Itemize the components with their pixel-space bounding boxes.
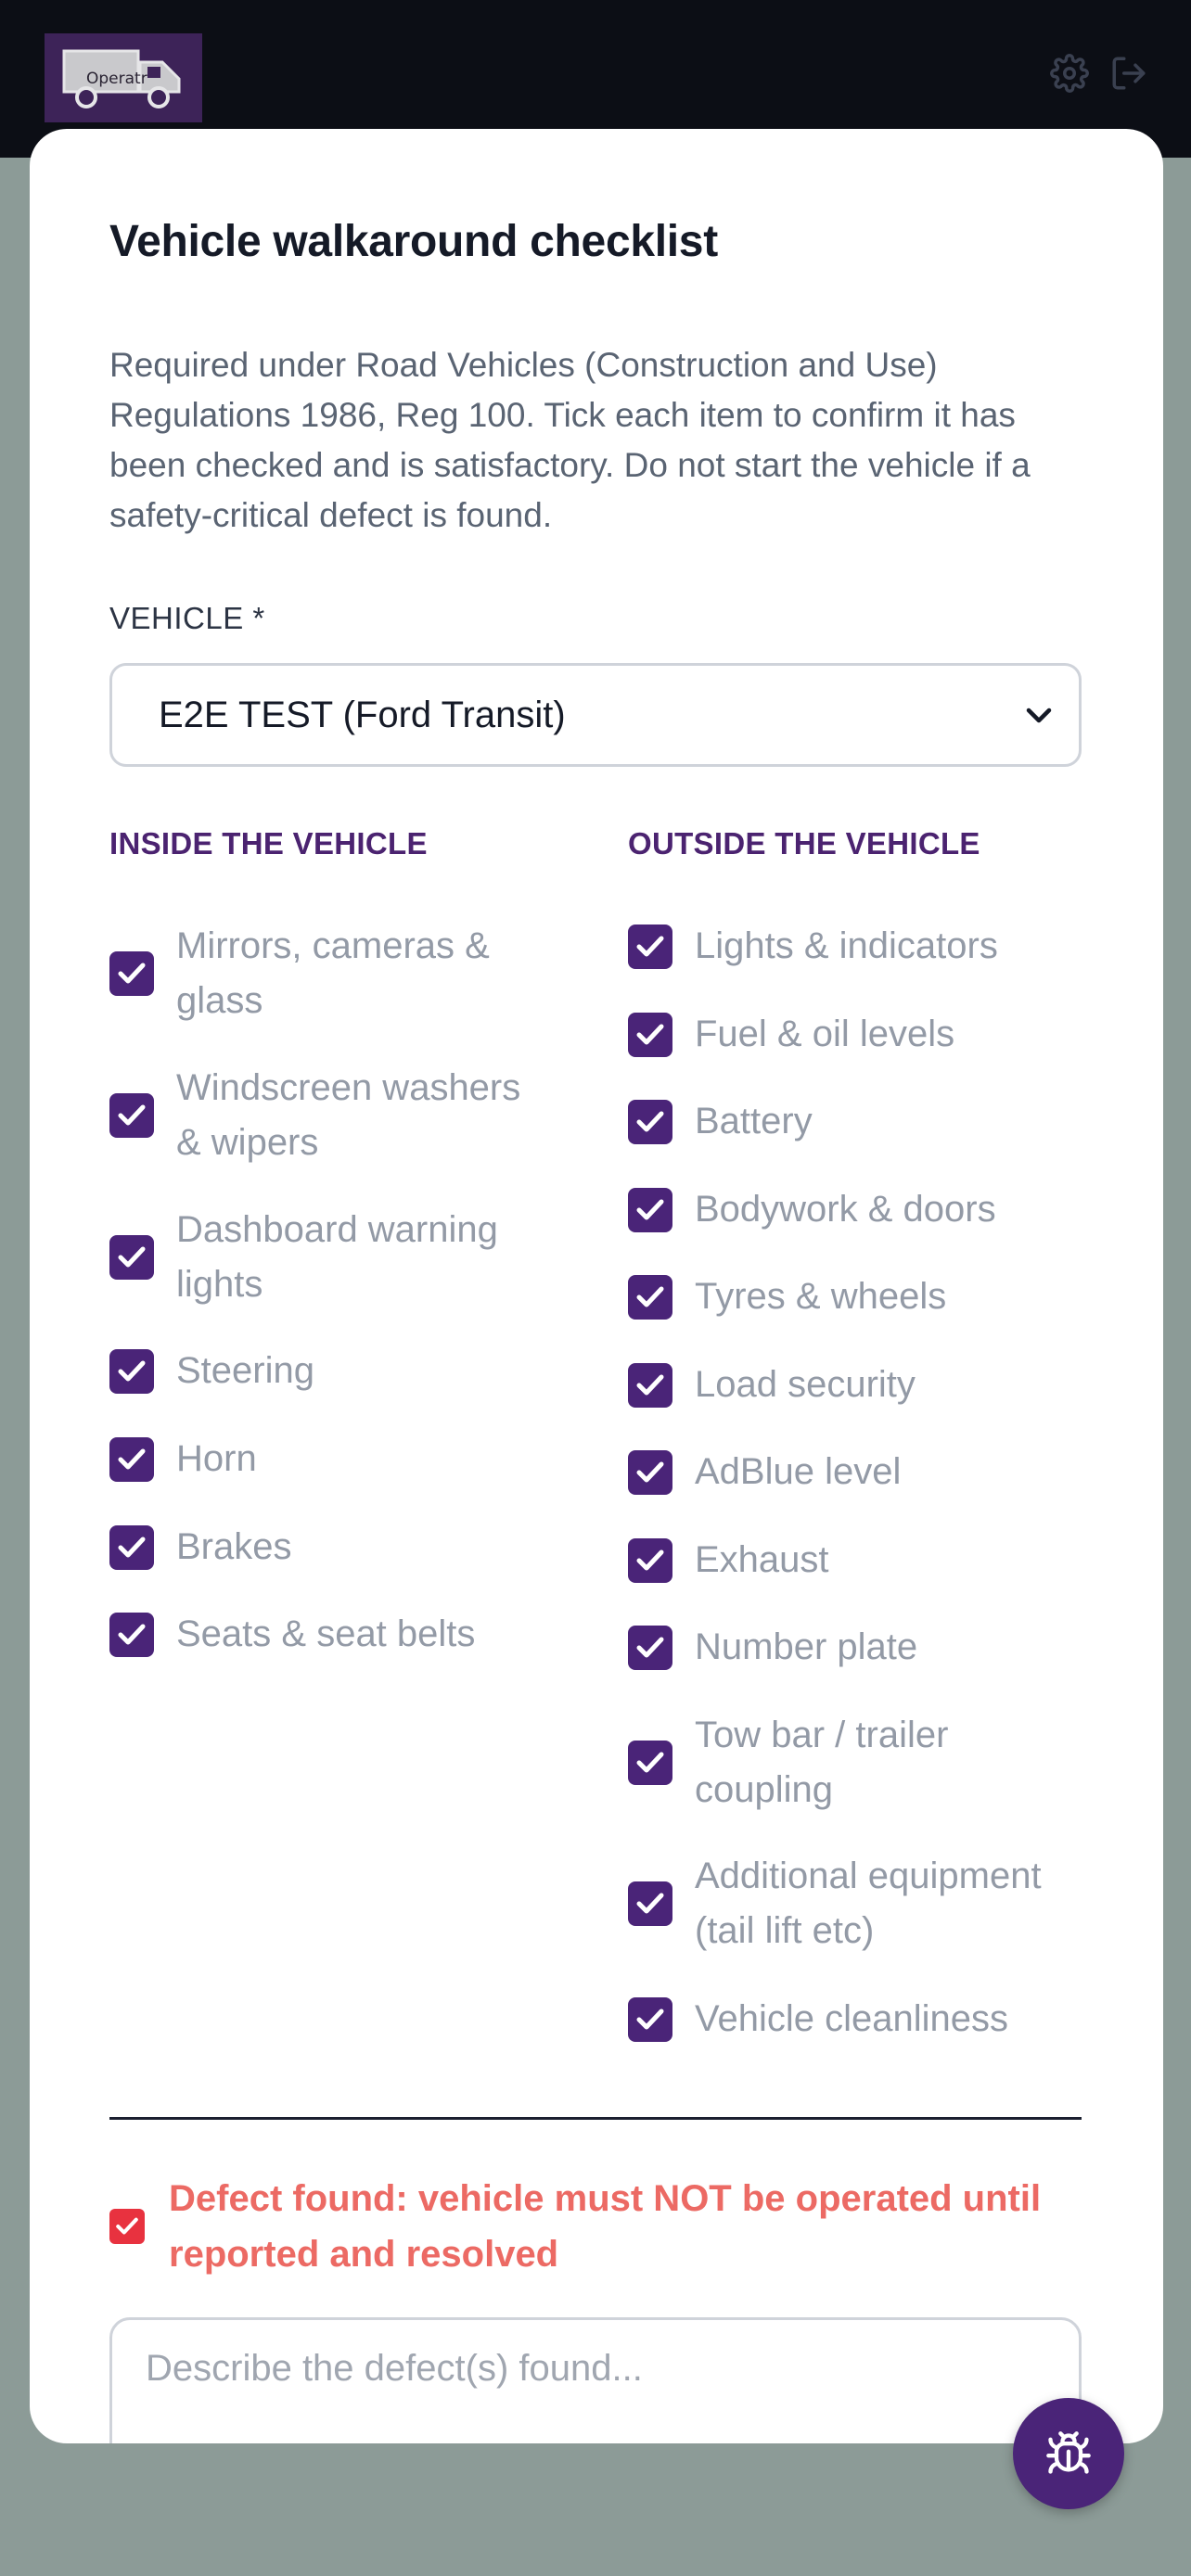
check-icon (118, 963, 146, 984)
check-icon (116, 2217, 138, 2235)
modal-title: Vehicle walkaround checklist (109, 217, 718, 266)
check-icon (636, 1024, 664, 1044)
checklist-item[interactable]: Dashboard warning lights (109, 1203, 536, 1312)
checklist-item[interactable]: Tyres & wheels (628, 1269, 1092, 1324)
check-icon (636, 1374, 664, 1395)
checklist-item-label: Vehicle cleanliness (695, 1998, 1008, 2039)
check-icon (118, 1360, 146, 1381)
checklist-item-label: Tow bar / trailer coupling (695, 1715, 949, 1810)
checklist-item-label: Steering (176, 1350, 314, 1391)
checkbox[interactable] (628, 924, 672, 969)
checkbox[interactable] (628, 1537, 672, 1583)
checklist-item[interactable]: Horn (109, 1432, 536, 1486)
checklist-item[interactable]: Additional equipment (tail lift etc) (628, 1849, 1092, 1958)
checklist-item[interactable]: Load security (628, 1358, 1092, 1412)
vehicle-select[interactable]: E2E TEST (Ford Transit) (109, 663, 1082, 767)
checklist-item-label: Lights & indicators (695, 925, 998, 966)
checkbox[interactable] (109, 1093, 154, 1138)
checklist-item[interactable]: AdBlue level (628, 1445, 1092, 1499)
check-icon (636, 1461, 664, 1482)
checklist-item-label: Windscreen washers & wipers (176, 1067, 521, 1163)
checklist-item[interactable]: Vehicle cleanliness (628, 1992, 1092, 2047)
checkbox[interactable] (109, 1348, 154, 1394)
gear-icon[interactable] (1050, 54, 1089, 93)
checkbox[interactable] (109, 1612, 154, 1657)
checkbox[interactable] (628, 1741, 672, 1785)
checklist-item-label: AdBlue level (695, 1451, 902, 1492)
check-icon (118, 1624, 146, 1644)
check-icon (118, 1537, 146, 1557)
checklist-item[interactable]: Windscreen washers & wipers (109, 1061, 536, 1170)
checkbox[interactable] (628, 1362, 672, 1408)
checklist-item-label: Tyres & wheels (695, 1276, 947, 1317)
bug-icon (1046, 2431, 1091, 2474)
check-icon (636, 936, 664, 956)
defect-description-placeholder: Describe the defect(s) found... (146, 2348, 643, 2389)
checkbox[interactable] (628, 1625, 672, 1670)
checklist-item[interactable]: Battery (628, 1094, 1092, 1149)
check-icon (636, 1111, 664, 1131)
checklist-item-label: Additional equipment (tail lift etc) (695, 1855, 1042, 1951)
outside-heading: OUTSIDE THE VEHICLE (628, 826, 980, 861)
intro-text: Required under Road Vehicles (Constructi… (109, 346, 1031, 534)
check-icon (636, 1199, 664, 1219)
checkbox[interactable] (109, 1436, 154, 1482)
logout-icon[interactable] (1109, 54, 1148, 93)
checkbox[interactable] (628, 1187, 672, 1232)
check-icon (118, 1246, 146, 1268)
check-icon (118, 1104, 146, 1126)
vehicle-select-value: E2E TEST (Ford Transit) (159, 694, 566, 735)
checklist-item[interactable]: Fuel & oil levels (628, 1007, 1092, 1062)
checklist-item-label: Load security (695, 1364, 916, 1405)
chevron-down-icon (1026, 708, 1052, 723)
report-bug-button[interactable] (1013, 2398, 1124, 2509)
vehicle-field-label: VEHICLE * (109, 601, 265, 635)
checklist-item[interactable]: Steering (109, 1344, 536, 1398)
checkbox[interactable] (109, 1235, 154, 1280)
checklist-modal: Vehicle walkaround checklist Required un… (30, 129, 1163, 2443)
checklist-item-label: Seats & seat belts (176, 1613, 476, 1654)
app-logo[interactable]: Operatr (45, 33, 202, 122)
checklist-item-label: Bodywork & doors (695, 1189, 996, 1230)
divider (109, 2117, 1082, 2120)
checkbox[interactable] (628, 1012, 672, 1057)
check-icon (636, 1637, 664, 1657)
checklist-item[interactable]: Brakes (109, 1520, 536, 1575)
logo-text: Operatr (86, 70, 147, 88)
checklist-item[interactable]: Lights & indicators (628, 919, 1092, 974)
checklist-item[interactable]: Number plate (628, 1620, 1092, 1675)
check-icon (636, 1752, 664, 1773)
checklist-item[interactable]: Tow bar / trailer coupling (628, 1708, 1092, 1817)
checkbox[interactable] (628, 1449, 672, 1495)
check-icon (636, 1549, 664, 1570)
checklist-item-label: Battery (695, 1101, 813, 1141)
checklist-item-label: Number plate (695, 1626, 918, 1667)
checkbox[interactable] (628, 1099, 672, 1144)
defect-checkbox[interactable] (109, 2209, 145, 2244)
checkbox[interactable] (628, 1274, 672, 1320)
checklist-item-label: Mirrors, cameras & glass (176, 925, 490, 1021)
defect-description-input[interactable]: Describe the defect(s) found... (109, 2317, 1082, 2443)
check-icon (636, 1893, 664, 1914)
check-icon (636, 2009, 664, 2029)
inside-heading: INSIDE THE VEHICLE (109, 826, 428, 861)
defect-found-row[interactable]: Defect found: vehicle must NOT be operat… (109, 2171, 1059, 2282)
check-icon (118, 1448, 146, 1469)
checklist-item-label: Brakes (176, 1526, 292, 1567)
checklist-item-label: Dashboard warning lights (176, 1209, 498, 1305)
checklist-item-label: Horn (176, 1438, 257, 1479)
checklist-item[interactable]: Seats & seat belts (109, 1607, 536, 1662)
checklist-item-label: Fuel & oil levels (695, 1014, 955, 1054)
checklist-item[interactable]: Exhaust (628, 1533, 1092, 1588)
check-icon (636, 1286, 664, 1307)
checkbox[interactable] (109, 1524, 154, 1570)
checklist-item[interactable]: Bodywork & doors (628, 1182, 1092, 1237)
checkbox[interactable] (628, 1996, 672, 2042)
checkbox[interactable] (628, 1881, 672, 1926)
checklist-item[interactable]: Mirrors, cameras & glass (109, 919, 536, 1028)
checkbox[interactable] (109, 951, 154, 996)
defect-label: Defect found: vehicle must NOT be operat… (169, 2178, 1042, 2275)
checklist-item-label: Exhaust (695, 1539, 829, 1580)
